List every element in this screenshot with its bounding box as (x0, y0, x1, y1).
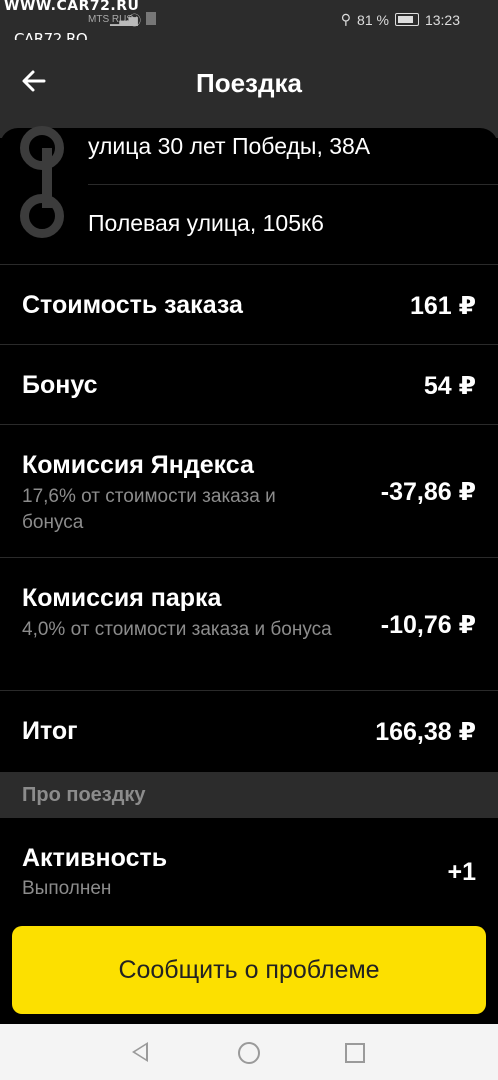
battery-icon (394, 13, 419, 26)
activity-status: Выполнен (22, 878, 112, 899)
page-title: Поездка (196, 68, 302, 98)
order-cost-value: 161 ₽ (409, 292, 476, 320)
route-start-icon (20, 126, 64, 170)
yandex-commission-description: 17,6% от стоимости заказа и бонуса (22, 486, 276, 533)
total-label: Итог (22, 717, 78, 745)
park-commission-label: Комиссия парка (22, 584, 222, 612)
status-bar: WWW.CAR72.RU CAR72.RO MTS RUS ▁▃▅ Ⓝ ⚲ 81… (0, 0, 498, 48)
route-end-icon (20, 194, 64, 238)
location-icon: ⚲ (340, 11, 352, 27)
battery-percent: 81 % (357, 11, 389, 28)
report-problem-button[interactable]: Сообщить о проблеме (12, 926, 486, 1014)
bonus-label: Бонус (22, 371, 98, 399)
clock: 13:23 (424, 11, 460, 28)
route-to-address: Полевая улица, 105к6 (88, 210, 324, 236)
park-commission-description: 4,0% от стоимости заказа и бонуса (22, 619, 332, 640)
yandex-commission-row: Комиссия Яндекса 17,6% от стоимости зака… (0, 424, 498, 558)
nav-home-icon[interactable] (238, 1042, 260, 1064)
total-value: 166,38 ₽ (375, 718, 476, 746)
order-cost-label: Стоимость заказа (22, 291, 243, 319)
activity-label: Активность (22, 844, 168, 872)
bonus-value: 54 ₽ (423, 372, 476, 400)
route-divider (88, 184, 498, 185)
system-nav-bar (0, 1024, 498, 1080)
order-cost-row: Стоимость заказа 161 ₽ (0, 264, 498, 345)
yandex-commission-label: Комиссия Яндекса (22, 451, 254, 479)
nav-recents-icon[interactable] (345, 1043, 365, 1063)
status-right: ⚲ 81 % 13:23 (341, 11, 460, 28)
sim-icon (146, 12, 156, 25)
nav-back-icon[interactable] (132, 1042, 148, 1062)
total-row: Итог 166,38 ₽ (0, 690, 498, 773)
bonus-row: Бонус 54 ₽ (0, 344, 498, 425)
park-commission-row: Комиссия парка 4,0% от стоимости заказа … (0, 557, 498, 691)
nfc-icon: Ⓝ (128, 13, 142, 28)
yandex-commission-value: -37,86 ₽ (380, 478, 476, 506)
route-from-address: улица 30 лет Победы, 38А (88, 133, 371, 159)
activity-row: Активность Выполнен +1 (0, 818, 498, 918)
about-trip-title: Про поездку (22, 784, 146, 806)
app-header: Поездка (0, 40, 498, 128)
activity-value: +1 (447, 858, 476, 886)
park-commission-value: -10,76 ₽ (380, 611, 476, 639)
about-trip-section-header: Про поездку (0, 772, 498, 818)
